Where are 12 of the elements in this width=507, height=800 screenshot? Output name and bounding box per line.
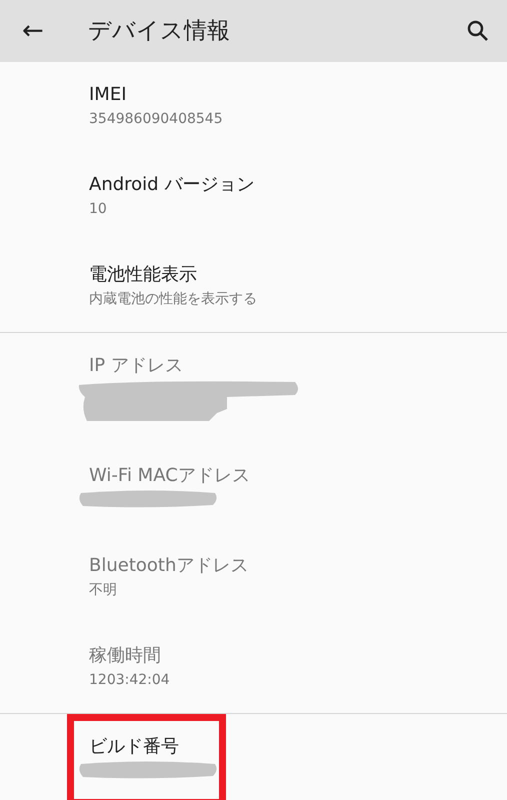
setting-value: 1203:42:04: [89, 671, 171, 690]
setting-value: 不明: [89, 581, 118, 600]
search-icon[interactable]: [467, 20, 489, 42]
setting-value: 354986090408545: [89, 110, 224, 129]
page-title: デバイス情報: [88, 16, 231, 46]
setting-title[interactable]: ビルド番号: [89, 734, 507, 760]
back-button[interactable]: ←: [0, 18, 70, 44]
setting-value: 内蔵電池の性能を表示する: [89, 290, 258, 309]
setting-value: 10: [89, 200, 108, 219]
setting-title[interactable]: 電池性能表示: [89, 262, 507, 288]
setting-title[interactable]: IMEI: [89, 82, 507, 108]
setting-title[interactable]: Android バージョン: [89, 172, 507, 198]
